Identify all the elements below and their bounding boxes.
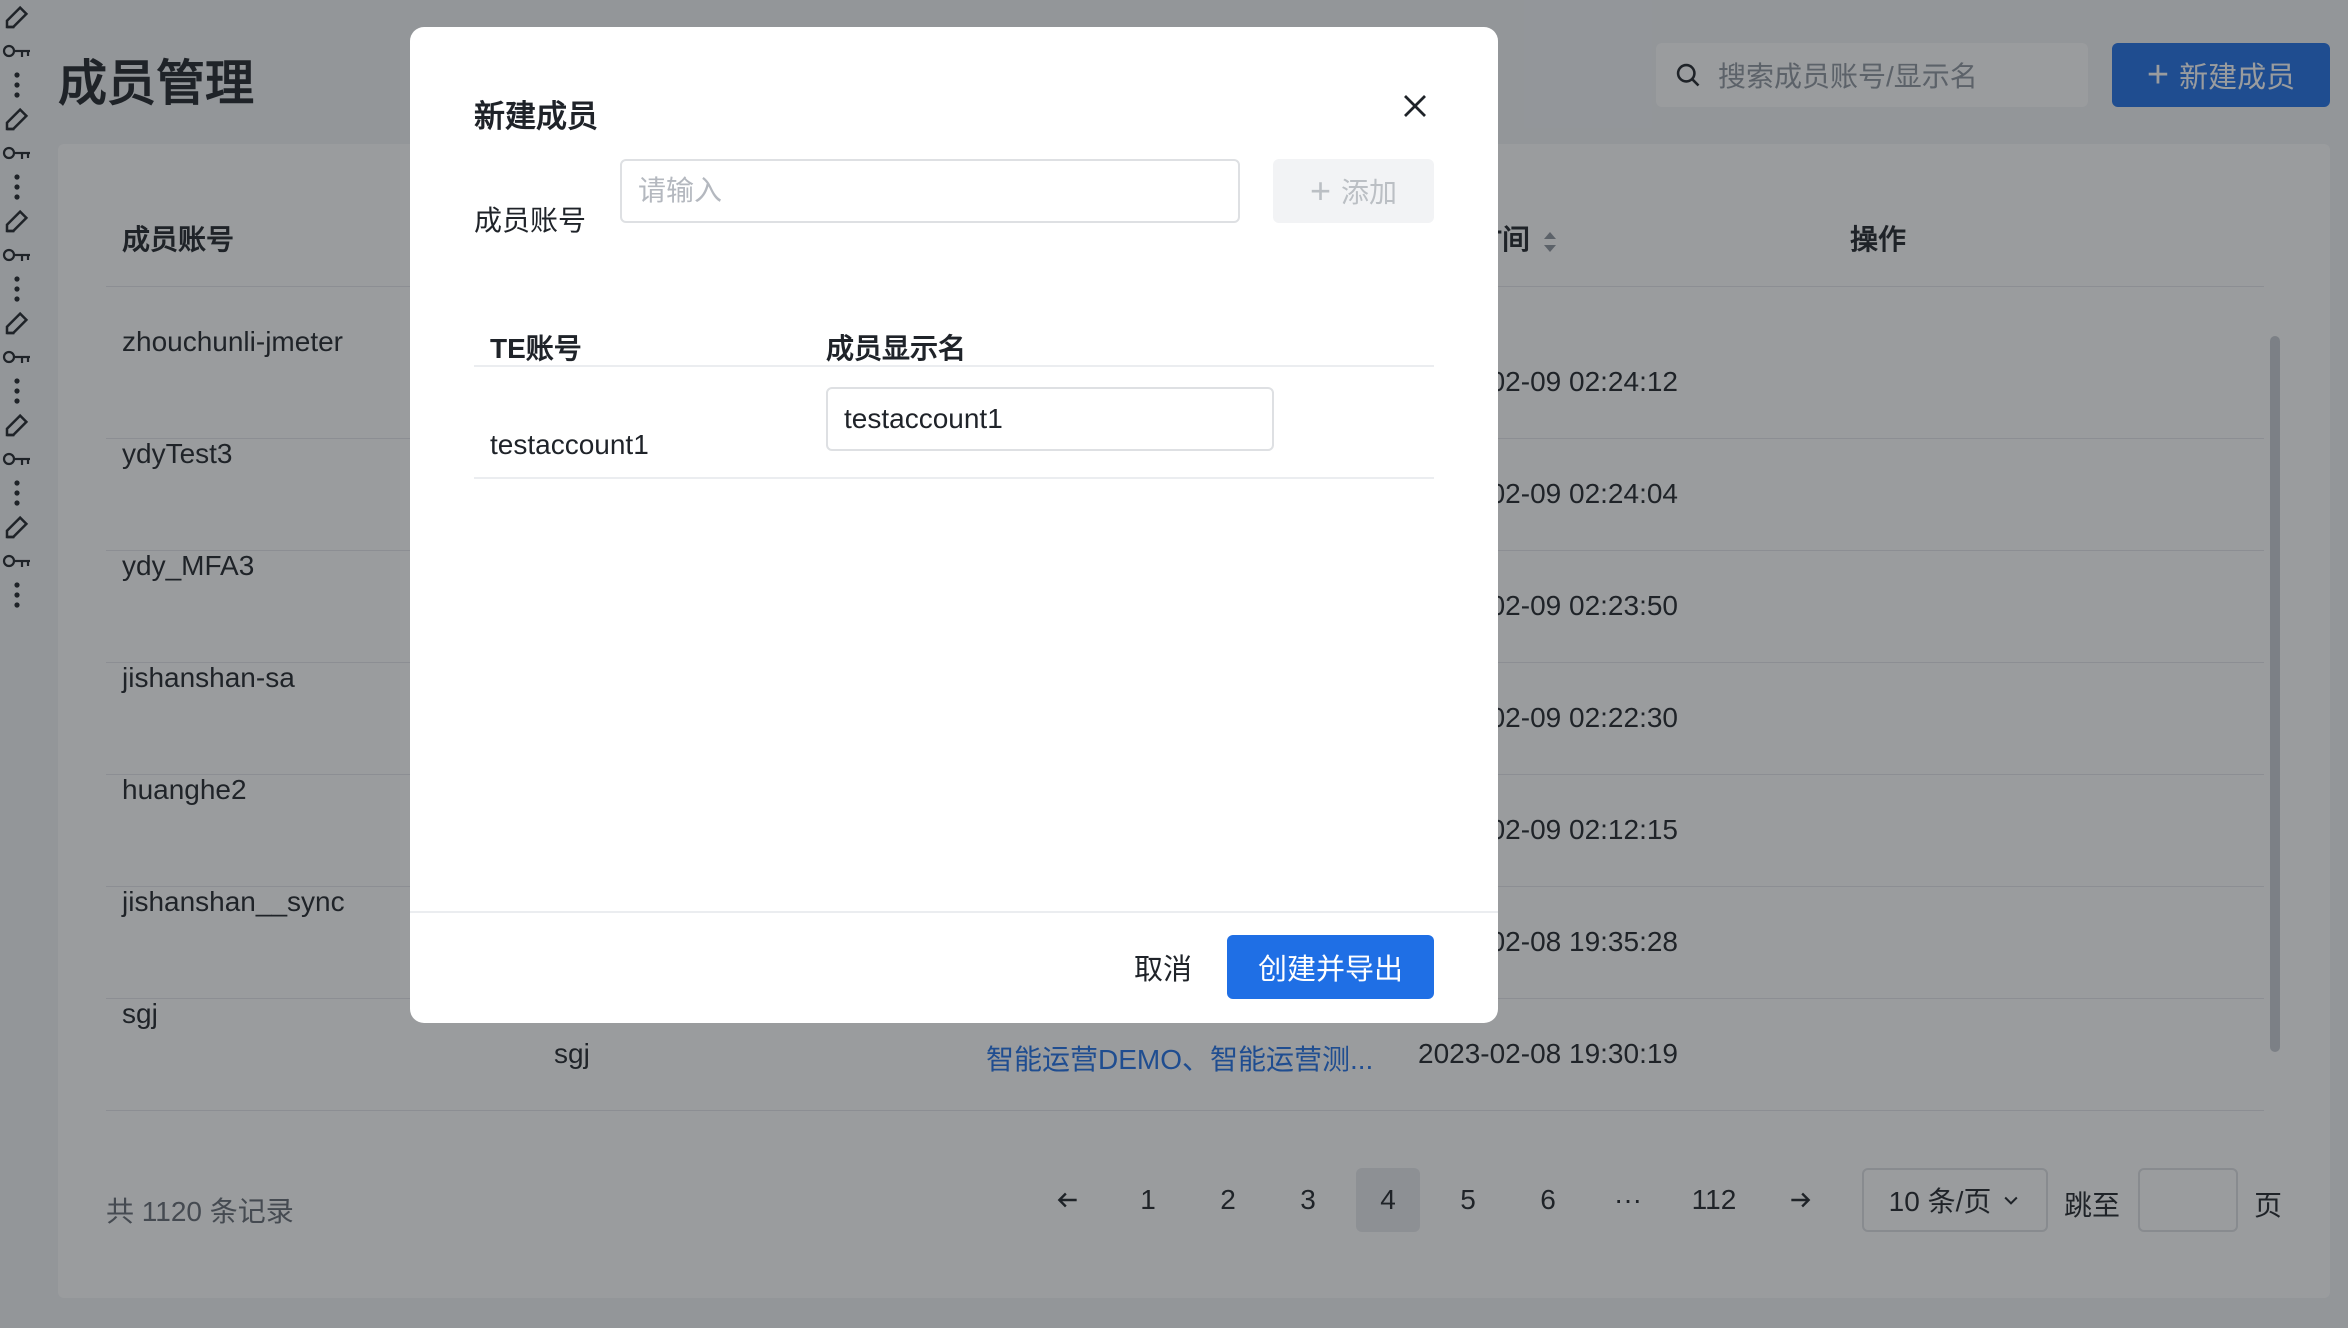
dialog-title: 新建成员 — [474, 99, 598, 134]
new-member-dialog: 新建成员 成员账号 + 添加 TE账号 成员显示名 testaccount1 取… — [410, 27, 1498, 1023]
dialog-footer-divider — [410, 911, 1498, 913]
cancel-button[interactable]: 取消 — [1100, 935, 1226, 999]
column-header-te-account: TE账号 — [490, 333, 582, 364]
display-name-input[interactable] — [826, 387, 1274, 451]
column-header-display-name: 成员显示名 — [826, 333, 967, 364]
add-button[interactable]: + 添加 — [1273, 159, 1434, 223]
member-account-label: 成员账号 — [474, 205, 587, 236]
close-button[interactable] — [1390, 81, 1440, 131]
close-icon — [1404, 95, 1426, 117]
te-account-cell: testaccount1 — [490, 429, 649, 460]
dialog-row-divider — [474, 477, 1434, 479]
plus-icon: + — [1309, 170, 1331, 211]
dialog-table-divider — [474, 365, 1434, 367]
add-button-label: 添加 — [1341, 177, 1398, 208]
member-account-input[interactable] — [620, 159, 1240, 223]
create-and-export-button[interactable]: 创建并导出 — [1227, 935, 1434, 999]
